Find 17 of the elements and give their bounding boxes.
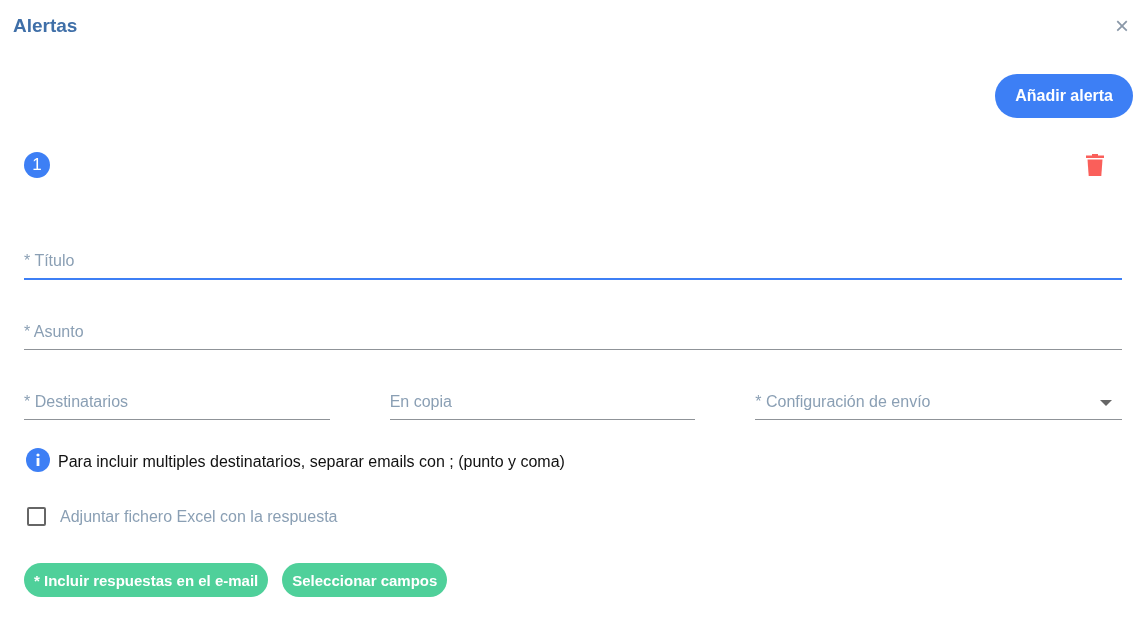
caret-icon xyxy=(1100,400,1112,406)
info-text: Para incluir multiples destinatarios, separar emails con ; (punto y coma) xyxy=(58,453,565,471)
input-field[interactable]: * Título xyxy=(24,244,1122,280)
select-field[interactable]: * Configuración de envío xyxy=(755,384,1122,420)
input-field[interactable]: * Destinatarios xyxy=(24,384,330,420)
dialog-title: Alertas xyxy=(13,15,78,37)
trash-icon[interactable] xyxy=(1086,154,1104,176)
add-alert-button[interactable]: Añadir alerta xyxy=(995,74,1133,118)
number-badge: 1 xyxy=(24,152,50,178)
input-field[interactable]: En copia xyxy=(389,384,696,420)
input-field[interactable]: * Asunto xyxy=(24,314,1122,350)
info-icon xyxy=(26,448,50,472)
checkbox[interactable] xyxy=(27,507,46,526)
chip-button[interactable]: Seleccionar campos xyxy=(282,563,448,597)
chip-button[interactable]: * Incluir respuestas en el e-mail xyxy=(24,563,269,597)
close-button[interactable]: × xyxy=(1115,14,1129,38)
checkbox-label: Adjuntar fichero Excel con la respuesta xyxy=(60,507,338,526)
